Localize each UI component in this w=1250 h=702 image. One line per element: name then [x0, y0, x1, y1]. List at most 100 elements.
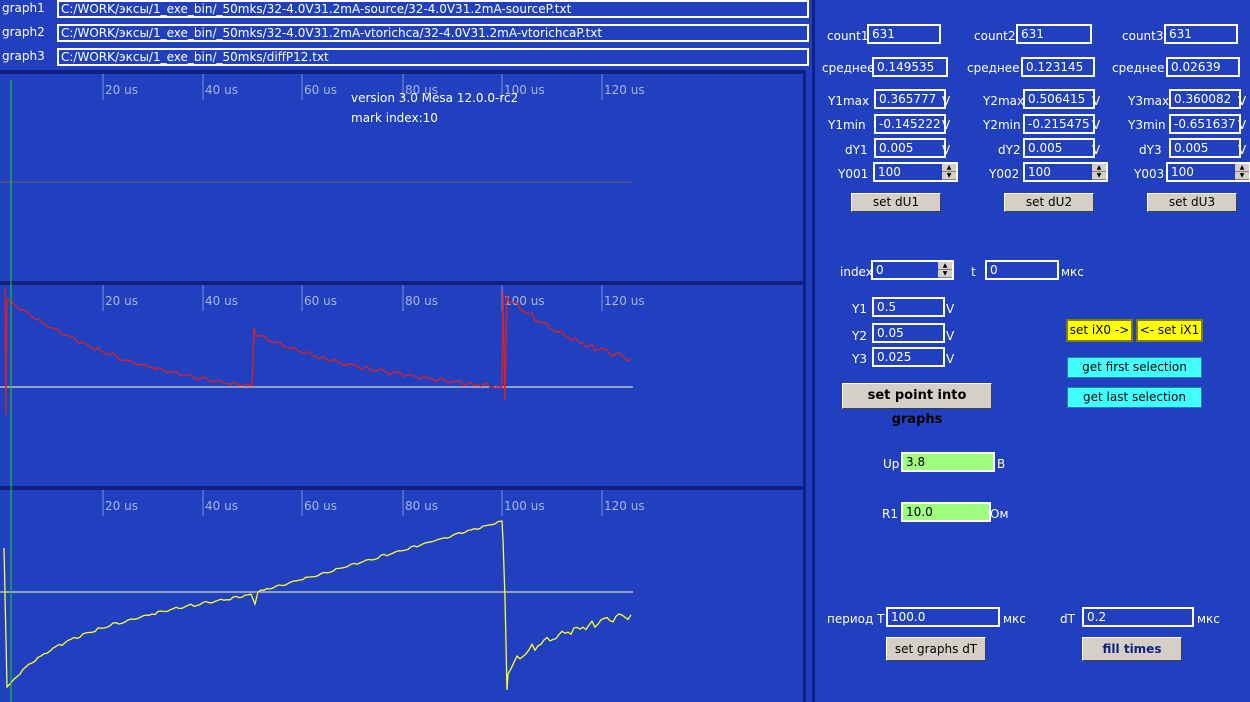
graph3-trace — [3, 520, 632, 691]
dt-label: dT — [1060, 612, 1075, 626]
mean2-field[interactable]: 0.123145 — [1021, 57, 1095, 77]
y2max-field[interactable]: 0.506415 — [1023, 89, 1095, 109]
dy3-label: dY3 — [1139, 143, 1162, 157]
count1-label: count1 — [827, 29, 869, 43]
dt-unit: мкс — [1197, 612, 1220, 626]
y3min-label: Y3min — [1128, 118, 1166, 132]
set-du2-button[interactable]: set dU2 — [1004, 193, 1094, 212]
count2-field[interactable]: 631 — [1016, 24, 1092, 44]
tick-label: 120 us — [604, 83, 645, 97]
set-du1-button[interactable]: set dU1 — [851, 193, 941, 212]
y003-spin-arrows[interactable]: ▲ ▼ — [1235, 164, 1249, 180]
index-spin-arrows[interactable]: ▲ ▼ — [938, 262, 952, 278]
dy1-label: dY1 — [845, 143, 868, 157]
index-spinbox[interactable]: 0 ▲ ▼ — [871, 260, 954, 280]
tick-label: 100 us — [504, 499, 545, 513]
y003-label: Y003 — [1134, 167, 1165, 181]
y2-field[interactable]: 0.05 — [872, 323, 945, 343]
y1max-label: Y1max — [828, 94, 870, 108]
tick-label: 80 us — [405, 294, 438, 308]
y3min-unit: V — [1238, 118, 1247, 132]
y001-value: 100 — [878, 165, 901, 179]
y2-unit: V — [946, 329, 955, 343]
y3max-unit: V — [1238, 94, 1247, 108]
spin-up-icon[interactable]: ▲ — [1092, 164, 1106, 172]
r1-label: R1 — [882, 507, 898, 521]
period-field[interactable]: 100.0 — [886, 607, 1000, 627]
mean3-field[interactable]: 0.02639 — [1166, 57, 1240, 77]
tick-label: 60 us — [304, 83, 337, 97]
plot-right-border — [803, 70, 806, 702]
get-last-selection-button[interactable]: get last selection — [1067, 387, 1202, 408]
tick-label: 60 us — [304, 499, 337, 513]
set-graphs-dt-button[interactable]: set graphs dT — [886, 637, 986, 661]
y001-spin-arrows[interactable]: ▲ ▼ — [942, 164, 956, 180]
spin-down-icon[interactable]: ▼ — [938, 270, 952, 278]
t-field[interactable]: 0 — [985, 260, 1059, 280]
spin-down-icon[interactable]: ▼ — [1092, 172, 1106, 180]
fill-times-button[interactable]: fill times — [1082, 637, 1182, 661]
y002-label: Y002 — [989, 167, 1020, 181]
tick-label: 20 us — [105, 499, 138, 513]
version-text: version 3.0 Mesa 12.0.0-rc2 — [351, 91, 518, 105]
set-du3-button[interactable]: set dU3 — [1147, 193, 1237, 212]
mean1-field[interactable]: 0.149535 — [872, 57, 948, 77]
spin-down-icon[interactable]: ▼ — [942, 172, 956, 180]
y003-spinbox[interactable]: 100 ▲ ▼ — [1166, 162, 1250, 182]
spin-up-icon[interactable]: ▲ — [938, 262, 952, 270]
graph1-label: graph1 — [2, 1, 45, 15]
set-point-into-graphs-button[interactable]: set point into graphs — [842, 383, 992, 427]
mean3-label: среднее — [1112, 61, 1165, 75]
set-ix1-button[interactable]: <- set iX1 — [1136, 319, 1203, 342]
dt-field[interactable]: 0.2 — [1082, 607, 1194, 627]
y2min-unit: V — [1092, 118, 1101, 132]
graph2-path-field[interactable]: C:/WORK/эксы/1_exe_bin/_50mks/32-4.0V31.… — [57, 24, 809, 42]
count3-label: count3 — [1122, 29, 1164, 43]
y1max-unit: V — [942, 94, 951, 108]
mean1-label: среднее — [822, 61, 875, 75]
y2-label: Y2 — [852, 329, 867, 343]
y002-spin-arrows[interactable]: ▲ ▼ — [1092, 164, 1106, 180]
y2max-label: Y2max — [983, 94, 1025, 108]
r1-field[interactable]: 10.0 — [901, 502, 991, 522]
tick-label: 40 us — [205, 294, 238, 308]
y1max-field[interactable]: 0.365777 — [874, 89, 946, 109]
count1-field[interactable]: 631 — [867, 24, 941, 44]
dy2-field[interactable]: 0.005 — [1023, 138, 1095, 158]
set-ix0-button[interactable]: set iX0 -> — [1066, 319, 1133, 342]
y3max-field[interactable]: 0.360082 — [1169, 89, 1241, 109]
t-label: t — [971, 265, 976, 279]
dy1-field[interactable]: 0.005 — [874, 138, 946, 158]
y2min-label: Y2min — [983, 118, 1021, 132]
y1-field[interactable]: 0.5 — [872, 297, 945, 317]
y3min-field[interactable]: -0.651637 — [1169, 114, 1241, 134]
tick-label: 40 us — [205, 499, 238, 513]
graph3-path-field[interactable]: C:/WORK/эксы/1_exe_bin/_50mks/diffP12.tx… — [57, 48, 809, 66]
tick-label: 20 us — [105, 83, 138, 97]
y001-spinbox[interactable]: 100 ▲ ▼ — [873, 162, 958, 182]
y2min-field[interactable]: -0.215475 — [1023, 114, 1095, 134]
spin-down-icon[interactable]: ▼ — [1235, 172, 1249, 180]
y1-unit: V — [946, 302, 955, 316]
tick-label: 40 us — [205, 83, 238, 97]
y1min-field[interactable]: -0.145222 — [874, 114, 946, 134]
get-first-selection-button[interactable]: get first selection — [1067, 357, 1202, 378]
dy2-unit: V — [1092, 143, 1101, 157]
dy3-field[interactable]: 0.005 — [1169, 138, 1241, 158]
graphs-canvas[interactable]: 20 us 40 us 60 us 80 us 100 us 120 us 20 us 40 … — [0, 70, 812, 702]
count3-field[interactable]: 631 — [1164, 24, 1238, 44]
up-field[interactable]: 3.8 — [901, 452, 995, 472]
r1-unit: Ом — [990, 507, 1009, 521]
panel-separator-top — [0, 70, 806, 74]
panel-separator-1 — [0, 281, 806, 285]
y002-value: 100 — [1028, 165, 1051, 179]
spin-up-icon[interactable]: ▲ — [1235, 164, 1249, 172]
y3-field[interactable]: 0.025 — [872, 347, 945, 367]
y002-spinbox[interactable]: 100 ▲ ▼ — [1023, 162, 1108, 182]
index-value: 0 — [876, 263, 884, 277]
graph1-path-field[interactable]: C:/WORK/эксы/1_exe_bin/_50mks/32-4.0V31.… — [57, 0, 809, 18]
spin-up-icon[interactable]: ▲ — [942, 164, 956, 172]
up-unit: В — [997, 457, 1006, 471]
period-unit: мкс — [1003, 612, 1026, 626]
y1-label: Y1 — [852, 302, 867, 316]
